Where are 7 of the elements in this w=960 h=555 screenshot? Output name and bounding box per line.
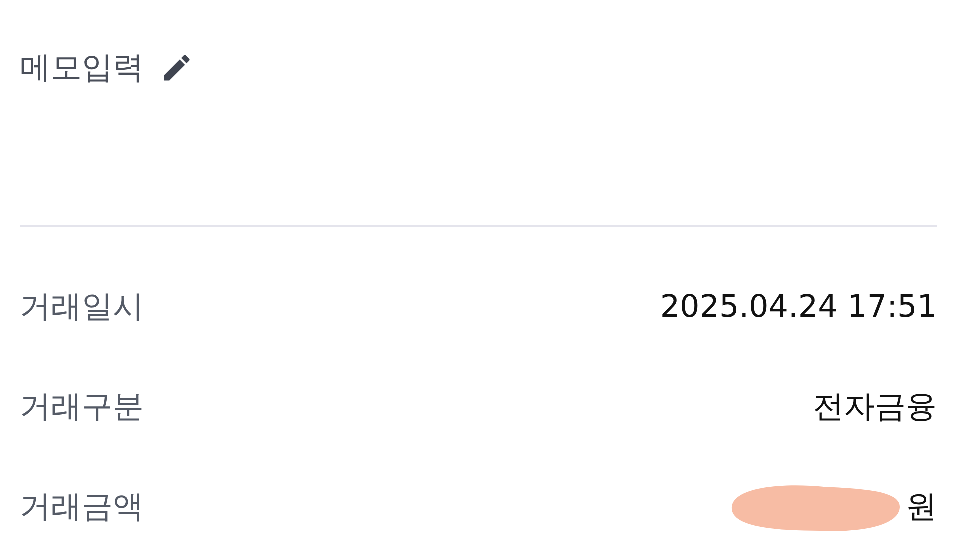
detail-label: 거래금액 — [20, 488, 144, 527]
detail-value: 전자금융 — [813, 388, 937, 427]
detail-value: 2025.04.24 17:51 — [660, 289, 937, 325]
detail-label: 거래일시 — [20, 288, 144, 327]
memo-label[interactable]: 메모입력 — [20, 46, 144, 90]
detail-label: 거래구분 — [20, 388, 144, 427]
detail-value: 원 — [906, 488, 937, 527]
